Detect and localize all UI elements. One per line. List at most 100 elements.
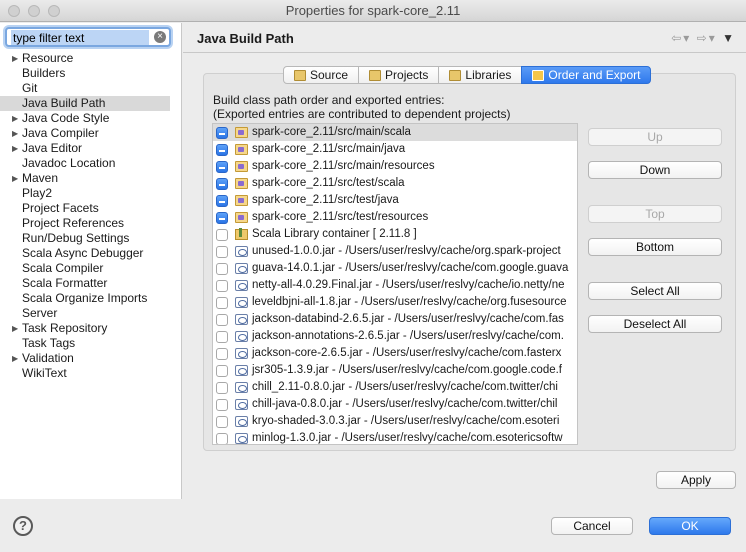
export-checkbox[interactable] [216, 314, 228, 326]
sidebar-item[interactable]: Project Facets [0, 201, 181, 216]
sidebar-item-label: Project Facets [22, 201, 99, 215]
classpath-entry-row[interactable]: spark-core_2.11/src/test/scala [213, 175, 577, 192]
classpath-entry-row[interactable]: minlog-1.3.0.jar - /Users/user/reslvy/ca… [213, 430, 577, 444]
tab-projects[interactable]: Projects [358, 66, 440, 84]
export-checkbox[interactable] [216, 178, 228, 190]
classpath-entry-row[interactable]: spark-core_2.11/src/main/resources [213, 158, 577, 175]
filter-input[interactable] [11, 30, 149, 45]
export-checkbox[interactable] [216, 229, 228, 241]
sidebar-item[interactable]: Scala Formatter [0, 276, 181, 291]
sidebar-item[interactable]: ▶ Java Code Style [0, 111, 181, 126]
forward-arrow-icon[interactable]: ⇨ [697, 31, 709, 45]
clear-filter-icon[interactable]: × [154, 31, 166, 43]
export-checkbox[interactable] [216, 297, 228, 309]
cancel-button[interactable]: Cancel [551, 517, 633, 535]
export-checkbox[interactable] [216, 246, 228, 258]
top-button[interactable]: Top [588, 205, 722, 223]
classpath-entry-row[interactable]: jackson-databind-2.6.5.jar - /Users/user… [213, 311, 577, 328]
classpath-entry-row[interactable]: spark-core_2.11/src/main/java [213, 141, 577, 158]
entry-label: jackson-core-2.6.5.jar - /Users/user/res… [252, 347, 562, 359]
tab-order-and-export[interactable]: Order and Export [521, 66, 652, 84]
sidebar-item[interactable]: Play2 [0, 186, 181, 201]
back-arrow-icon[interactable]: ⇦ [671, 31, 683, 45]
entry-label: spark-core_2.11/src/test/resources [252, 211, 429, 223]
sidebar-item[interactable]: ▶ Validation [0, 351, 181, 366]
export-checkbox[interactable] [216, 348, 228, 360]
export-checkbox[interactable] [216, 263, 228, 275]
sidebar-item[interactable]: Scala Organize Imports [0, 291, 181, 306]
sidebar-item[interactable]: ▶ Task Repository [0, 321, 181, 336]
sidebar-item[interactable]: ▶ Java Editor [0, 141, 181, 156]
forward-menu-chevron-icon[interactable]: ▾ [709, 31, 717, 45]
export-checkbox[interactable] [216, 161, 228, 173]
export-checkbox[interactable] [216, 212, 228, 224]
classpath-entry-row[interactable]: kryo-shaded-3.0.3.jar - /Users/user/resl… [213, 413, 577, 430]
sidebar-item[interactable]: Scala Compiler [0, 261, 181, 276]
sidebar-item-label: Validation [22, 351, 74, 365]
help-icon[interactable]: ? [13, 516, 33, 536]
classpath-entry-row[interactable]: Scala Library container [ 2.11.8 ] [213, 226, 577, 243]
back-menu-chevron-icon[interactable]: ▾ [683, 31, 691, 45]
sidebar-item[interactable]: Task Tags [0, 336, 181, 351]
up-button[interactable]: Up [588, 128, 722, 146]
classpath-entry-row[interactable]: spark-core_2.11/src/test/resources [213, 209, 577, 226]
expand-arrow-icon[interactable]: ▶ [12, 321, 18, 336]
bottom-button[interactable]: Bottom [588, 238, 722, 256]
classpath-entry-row[interactable]: netty-all-4.0.29.Final.jar - /Users/user… [213, 277, 577, 294]
sidebar-item[interactable]: Scala Async Debugger [0, 246, 181, 261]
expand-arrow-icon[interactable]: ▶ [12, 126, 18, 141]
expand-arrow-icon[interactable]: ▶ [12, 351, 18, 366]
export-checkbox[interactable] [216, 399, 228, 411]
classpath-entry-row[interactable]: chill-java-0.8.0.jar - /Users/user/reslv… [213, 396, 577, 413]
classpath-entry-row[interactable]: jackson-annotations-2.6.5.jar - /Users/u… [213, 328, 577, 345]
view-menu-chevron-icon[interactable]: ▼ [722, 31, 736, 45]
expand-arrow-icon[interactable]: ▶ [12, 171, 18, 186]
tab-libraries[interactable]: Libraries [438, 66, 523, 84]
sidebar-item[interactable]: ▶ Java Compiler [0, 126, 181, 141]
ok-button[interactable]: OK [649, 517, 731, 535]
classpath-entry-row[interactable]: unused-1.0.0.jar - /Users/user/reslvy/ca… [213, 243, 577, 260]
filter-field[interactable]: × [5, 27, 171, 47]
export-checkbox[interactable] [216, 365, 228, 377]
sidebar-item[interactable]: Builders [0, 66, 181, 81]
select-all-button[interactable]: Select All [588, 282, 722, 300]
jar-file-icon [235, 433, 248, 444]
classpath-entry-row[interactable]: chill_2.11-0.8.0.jar - /Users/user/reslv… [213, 379, 577, 396]
expand-arrow-icon[interactable]: ▶ [12, 51, 18, 66]
apply-button[interactable]: Apply [656, 471, 736, 489]
classpath-entry-row[interactable]: spark-core_2.11/src/main/scala [213, 124, 577, 141]
sidebar-item[interactable]: Project References [0, 216, 181, 231]
classpath-entry-row[interactable]: jsr305-1.3.9.jar - /Users/user/reslvy/ca… [213, 362, 577, 379]
sidebar-item[interactable]: Server [0, 306, 181, 321]
sidebar-item[interactable]: ▶ Resource [0, 51, 181, 66]
sidebar-item[interactable]: Run/Debug Settings [0, 231, 181, 246]
expand-arrow-icon[interactable]: ▶ [12, 111, 18, 126]
classpath-entry-row[interactable]: guava-14.0.1.jar - /Users/user/reslvy/ca… [213, 260, 577, 277]
tab-source[interactable]: Source [283, 66, 360, 84]
export-checkbox[interactable] [216, 433, 228, 444]
sidebar-item[interactable]: Git [0, 81, 181, 96]
sidebar-item-label: WikiText [22, 366, 67, 380]
sidebar-item[interactable]: WikiText [0, 366, 181, 381]
export-checkbox[interactable] [216, 416, 228, 428]
export-checkbox[interactable] [216, 331, 228, 343]
history-navigation: ⇦▾ ⇨▾ ▼ [671, 31, 736, 45]
export-checkbox[interactable] [216, 144, 228, 156]
export-checkbox[interactable] [216, 382, 228, 394]
deselect-all-button[interactable]: Deselect All [588, 315, 722, 333]
window-title: Properties for spark-core_2.11 [285, 3, 461, 18]
sidebar-item[interactable]: ▶ Maven [0, 171, 181, 186]
sidebar-item[interactable]: Java Build Path [0, 96, 170, 111]
classpath-entry-row[interactable]: leveldbjni-all-1.8.jar - /Users/user/res… [213, 294, 577, 311]
export-checkbox[interactable] [216, 280, 228, 292]
classpath-entries-list[interactable]: spark-core_2.11/src/main/scala spark-core… [212, 123, 578, 445]
expand-arrow-icon[interactable]: ▶ [12, 141, 18, 156]
sidebar-item-label: Server [22, 306, 58, 320]
classpath-entry-row[interactable]: spark-core_2.11/src/test/java [213, 192, 577, 209]
sidebar-item[interactable]: Javadoc Location [0, 156, 181, 171]
export-checkbox[interactable] [216, 195, 228, 207]
down-button[interactable]: Down [588, 161, 722, 179]
classpath-entry-row[interactable]: jackson-core-2.6.5.jar - /Users/user/res… [213, 345, 577, 362]
jar-file-icon [235, 263, 248, 274]
export-checkbox[interactable] [216, 127, 228, 139]
